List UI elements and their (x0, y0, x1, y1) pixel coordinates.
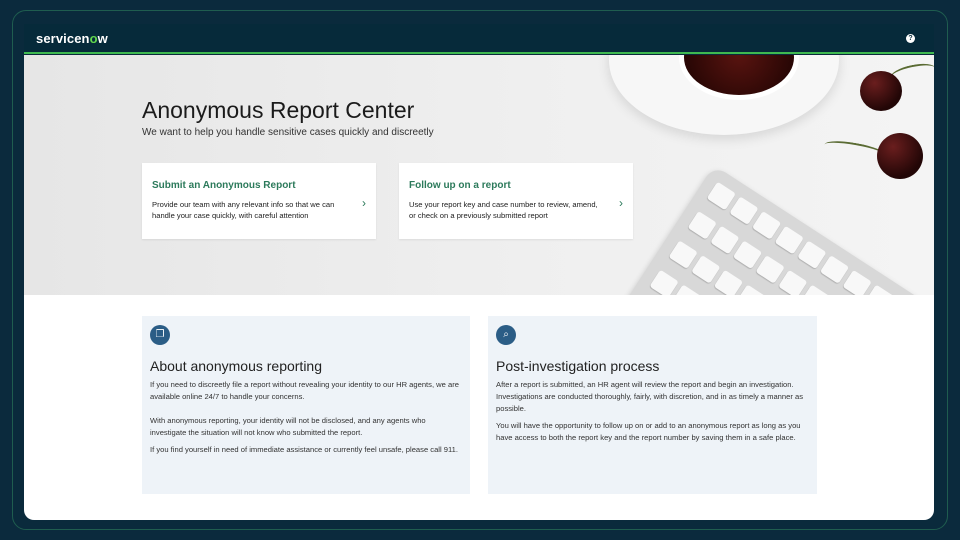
card-title[interactable]: Follow up on a report (409, 180, 511, 191)
keyboard-key (649, 270, 679, 295)
card-title[interactable]: Submit an Anonymous Report (152, 180, 296, 191)
keyboard-key (778, 269, 808, 295)
page-title: Anonymous Report Center (142, 97, 415, 123)
keyboard-key (736, 284, 766, 295)
panel-paragraph: With anonymous reporting, your identity … (150, 416, 426, 437)
panel-paragraph: After a report is submitted, an HR agent… (496, 380, 804, 413)
keyboard-key (706, 181, 736, 211)
hero-banner: Anonymous Report Center We want to help … (24, 55, 934, 295)
keyboard-key (865, 284, 895, 295)
card-description: Use your report key and case number to r… (409, 200, 598, 220)
submit-report-card[interactable]: Submit an Anonymous Report Provide our t… (142, 163, 376, 239)
keyboard-key (671, 284, 702, 295)
page-subtitle: We want to help you handle sensitive cas… (142, 127, 434, 138)
about-anonymous-reporting-panel: ❐ About anonymous reporting If you need … (142, 316, 470, 494)
keyboard-image (588, 165, 934, 295)
keyboard-key (668, 240, 698, 270)
keyboard-key (690, 255, 721, 285)
main-page: Anonymous Report Center We want to help … (24, 55, 934, 520)
keyboard-key (687, 211, 717, 240)
cherry-image (877, 133, 923, 179)
keyboard-key (819, 255, 850, 284)
search-icon: ⌕ (496, 325, 516, 345)
post-investigation-panel: ⌕ Post-investigation process After a rep… (488, 316, 817, 494)
servicenow-logo[interactable]: servicenow (36, 31, 108, 46)
panel-paragraph: If you need to discreetly file a report … (150, 380, 459, 401)
help-icon[interactable]: ? (906, 34, 915, 43)
keyboard-key (774, 225, 804, 255)
keyboard-key (732, 240, 763, 270)
panel-paragraph: If you find yourself in need of immediat… (150, 445, 458, 454)
keyboard-key (797, 240, 827, 270)
keyboard-key (729, 196, 759, 226)
keyboard-key (710, 225, 740, 255)
follow-up-report-card[interactable]: Follow up on a report Use your report ke… (399, 163, 633, 239)
keyboard-key (713, 269, 743, 295)
panel-title: About anonymous reporting (150, 358, 322, 374)
top-navigation-bar: servicenow ? (24, 24, 934, 54)
keyboard-key (800, 284, 831, 295)
keyboard-key (842, 269, 872, 295)
card-description: Provide our team with any relevant info … (152, 200, 335, 220)
panel-paragraph: You will have the opportunity to follow … (496, 421, 801, 442)
keyboard-key (755, 255, 785, 284)
cherry-image (860, 71, 902, 111)
document-icon: ❐ (150, 325, 170, 345)
chevron-right-icon[interactable]: › (619, 196, 623, 210)
panel-title: Post-investigation process (496, 358, 660, 374)
keyboard-key (751, 211, 782, 240)
chevron-right-icon[interactable]: › (362, 196, 366, 210)
